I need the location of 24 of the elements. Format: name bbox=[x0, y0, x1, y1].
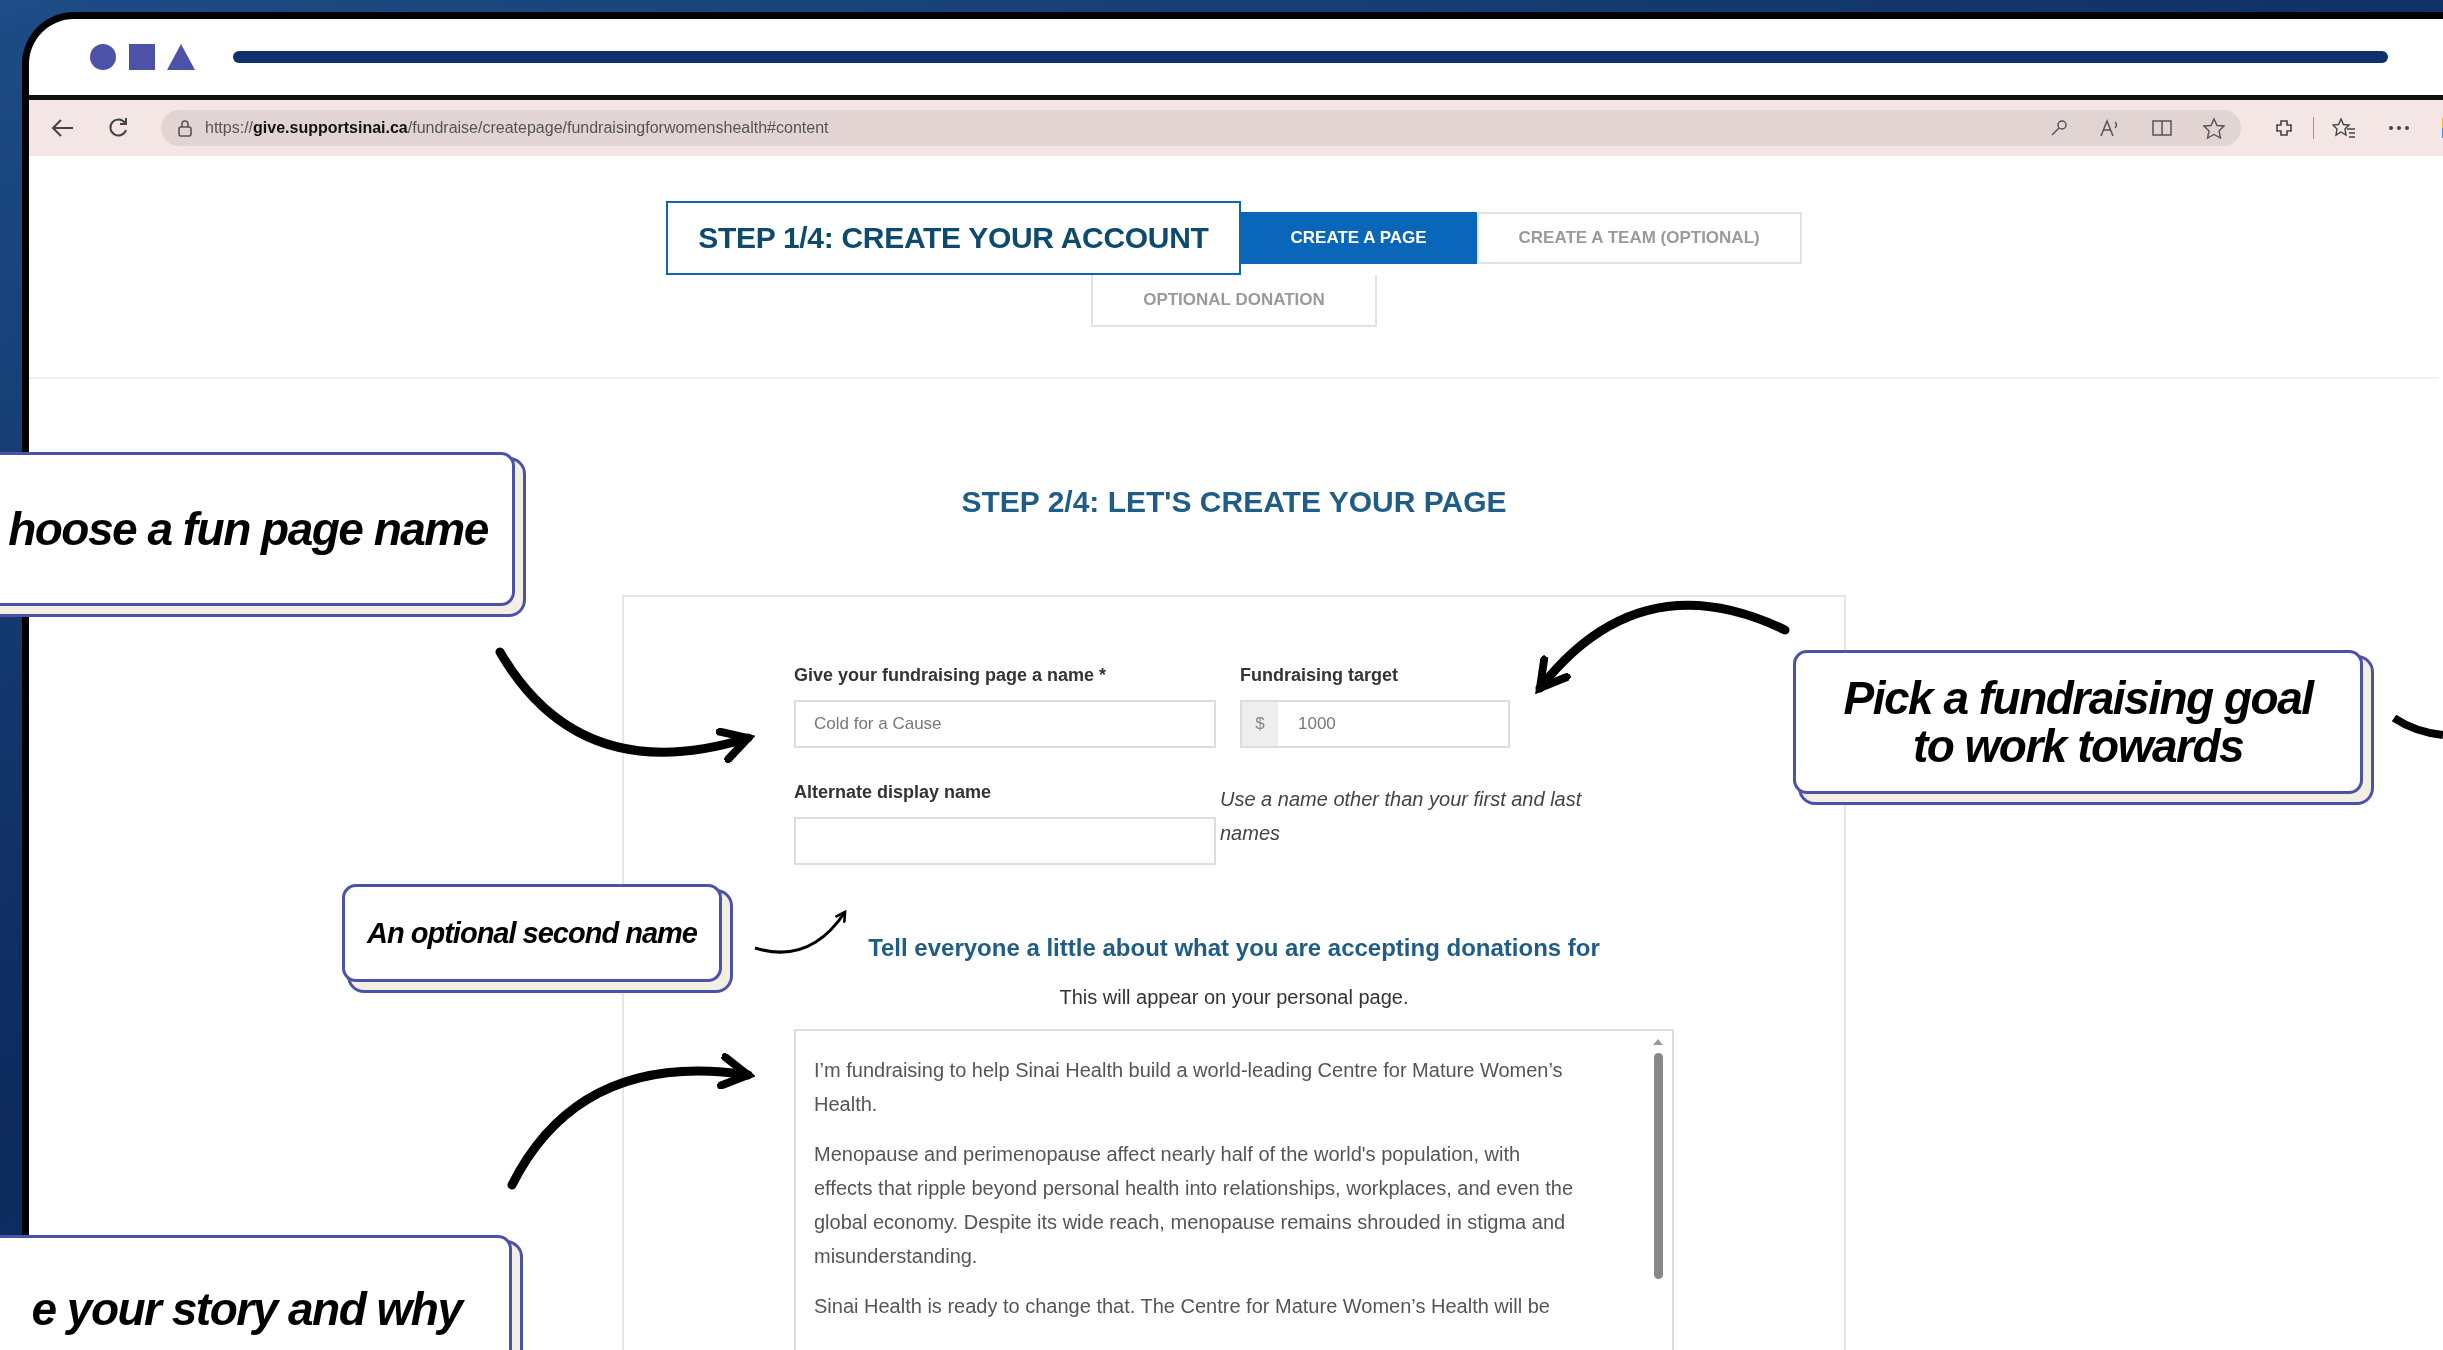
step-tab[interactable]: CREATE A TEAM (OPTIONAL) bbox=[1476, 212, 1802, 264]
back-icon[interactable] bbox=[51, 118, 75, 138]
page-name-field[interactable]: Cold for a Cause bbox=[794, 700, 1216, 748]
star-icon[interactable] bbox=[2203, 117, 2225, 139]
story-note: This will appear on your personal page. bbox=[1059, 986, 1409, 1009]
field-hint: Use a name other than your first and last names bbox=[1220, 787, 1583, 846]
reader-icon[interactable] bbox=[2151, 118, 2173, 138]
lock-icon bbox=[177, 119, 193, 137]
reload-icon[interactable] bbox=[107, 117, 129, 139]
target-field[interactable]: $ 1000 bbox=[1240, 700, 1510, 748]
step-title: STEP 1/4: CREATE YOUR ACCOUNT bbox=[666, 201, 1241, 275]
field-label: Alternate display name bbox=[794, 782, 993, 803]
field-label: Fundraising target bbox=[1240, 665, 1399, 686]
story-heading: Tell everyone a little about what you are accepting donations for bbox=[868, 934, 1600, 962]
address-field[interactable]: https://give.supportsinai.ca/fundraise/createpage/fundraisingforwomenshealth#content bbox=[161, 110, 2241, 146]
alternate-name-field[interactable] bbox=[794, 817, 1216, 865]
step-tab[interactable]: OPTIONAL DONATION bbox=[1091, 275, 1377, 327]
more-icon[interactable] bbox=[2388, 125, 2410, 131]
favorites-icon[interactable] bbox=[2332, 117, 2356, 139]
field-label: Give your fundraising page a name * bbox=[794, 665, 1108, 686]
step-tab[interactable]: CREATE A PAGE bbox=[1240, 212, 1477, 264]
scrollbar[interactable] bbox=[1652, 1039, 1664, 1279]
section-heading: STEP 2/4: LET'S CREATE YOUR PAGE bbox=[961, 485, 1507, 519]
story-field[interactable]: I’m fundraising to help Sinai Health build a world-leading Centre for Mature Women’s Health. Menopause and perimenopause affect nearly half of the world's population, with effects that ripple beyond personal health into relationships, workplaces, and even the global economy. Despite its wide reach, menopause remains shrouded in stigma and misunderstanding. Sinai Health is ready to change that. The Centre for Mature Women’s Health will be bbox=[794, 1029, 1674, 1350]
